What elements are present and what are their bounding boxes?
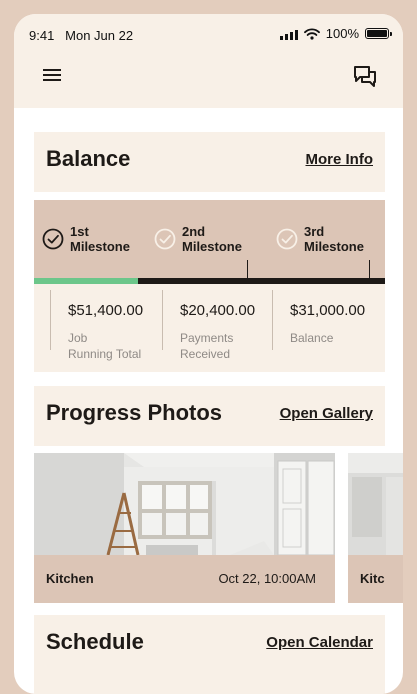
- balance-card: Balance More Info: [34, 132, 385, 192]
- hamburger-menu-icon: [43, 69, 61, 81]
- photo-card[interactable]: Kitc: [348, 453, 403, 603]
- milestone-1-label: 1st Milestone: [70, 224, 130, 254]
- stat-divider: [272, 290, 273, 350]
- open-calendar-link[interactable]: Open Calendar: [266, 634, 373, 651]
- milestone-tick: [369, 260, 370, 278]
- stat-divider: [162, 290, 163, 350]
- stat-value: $20,400.00: [180, 302, 256, 319]
- photo-caption: Kitc: [360, 571, 385, 586]
- top-bar: 9:41 Mon Jun 22 100%: [14, 14, 403, 108]
- stat-balance: $31,000.00 Balance: [272, 284, 384, 372]
- milestone-3-label: 3rd Milestone: [304, 224, 364, 254]
- menu-button[interactable]: [40, 64, 64, 86]
- kitchen-photo: [34, 453, 335, 555]
- stat-value: $31,000.00: [290, 302, 366, 319]
- check-circle-icon: [154, 228, 176, 250]
- stat-value: $51,400.00: [68, 302, 144, 319]
- schedule-card: Schedule Open Calendar: [34, 615, 385, 694]
- milestones-band: 1st Milestone 2nd Milestone 3rd Mileston…: [34, 200, 385, 284]
- progress-photos-title: Progress Photos: [46, 400, 223, 425]
- stat-job-running-total: $51,400.00 Job Running Total: [50, 284, 162, 372]
- milestone-2-label: 2nd Milestone: [182, 224, 242, 254]
- status-date: Mon Jun 22: [65, 28, 134, 43]
- phone-screen: 9:41 Mon Jun 22 100% Balance More Info 1…: [14, 14, 403, 694]
- milestone-tick: [247, 260, 248, 278]
- room-photo-image: [34, 453, 335, 555]
- cellular-signal-icon: [279, 28, 298, 40]
- balance-stats: $51,400.00 Job Running Total $20,400.00 …: [34, 284, 385, 372]
- battery-icon: [365, 28, 392, 39]
- stat-divider: [50, 290, 51, 350]
- messages-button[interactable]: [353, 64, 377, 88]
- status-bar: 9:41 Mon Jun 22 100%: [14, 14, 403, 54]
- schedule-title: Schedule: [46, 629, 144, 654]
- check-circle-icon: [276, 228, 298, 250]
- status-indicators: 100%: [279, 26, 392, 41]
- room-photo: [348, 453, 403, 555]
- progress-photos-card: Progress Photos Open Gallery: [34, 386, 385, 446]
- status-time: 9:41 Mon Jun 22: [29, 28, 133, 43]
- more-info-link[interactable]: More Info: [306, 151, 374, 168]
- balance-title: Balance: [46, 146, 131, 171]
- photo-caption: Kitchen: [46, 571, 94, 586]
- stat-label: Job Running Total: [68, 331, 142, 361]
- photo-date: Oct 22, 10:00AM: [218, 571, 316, 586]
- status-clock: 9:41: [29, 28, 55, 43]
- check-circle-icon: [42, 228, 64, 250]
- photo-card[interactable]: Kitchen Oct 22, 10:00AM: [34, 453, 335, 603]
- stat-label: Payments Received: [180, 331, 234, 361]
- battery-percent: 100%: [325, 26, 359, 41]
- chat-bubbles-icon: [354, 66, 376, 87]
- wifi-icon: [303, 27, 320, 40]
- stat-payments-received: $20,400.00 Payments Received: [162, 284, 274, 372]
- stat-label: Balance: [290, 331, 334, 345]
- room-photo-image: [348, 453, 403, 555]
- open-gallery-link[interactable]: Open Gallery: [280, 405, 373, 422]
